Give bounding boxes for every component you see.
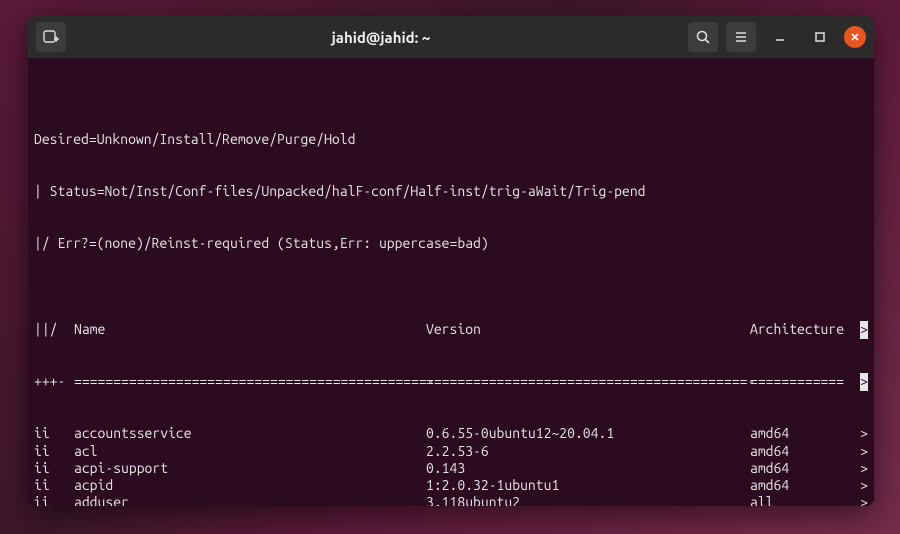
- pkg-status: ii: [34, 460, 74, 477]
- pkg-version: 2.2.53-6: [426, 443, 750, 460]
- pkg-arch: amd64: [750, 460, 868, 477]
- titlebar: jahid@jahid: ~: [28, 16, 874, 58]
- pkg-arch: amd64: [750, 443, 868, 460]
- separator-row: +++- ===================================…: [34, 373, 868, 390]
- package-list: iiaccountsservice0.6.55-0ubuntu12~20.04.…: [34, 425, 868, 506]
- search-icon: [695, 29, 711, 45]
- overflow-marker: >: [860, 443, 868, 460]
- pkg-arch: amd64: [750, 425, 868, 442]
- pkg-status: ii: [34, 494, 74, 506]
- overflow-marker: >: [860, 477, 868, 494]
- pkg-version: 0.143: [426, 460, 750, 477]
- overflow-marker: >: [860, 494, 868, 506]
- pkg-name: acl: [74, 443, 426, 460]
- pkg-arch: amd64: [750, 477, 868, 494]
- column-headers: ||/ Name Version Architecture >: [34, 321, 868, 338]
- pkg-status: ii: [34, 425, 74, 442]
- dpkg-header: Desired=Unknown/Install/Remove/Purge/Hol…: [34, 97, 868, 287]
- col-arch-header: Architecture: [750, 321, 868, 338]
- menu-button[interactable]: [726, 22, 756, 52]
- col-name-header: Name: [74, 321, 426, 338]
- package-row: iiadduser3.118ubuntu2all>: [34, 494, 868, 506]
- pkg-status: ii: [34, 477, 74, 494]
- pkg-version: 1:2.0.32-1ubuntu1: [426, 477, 750, 494]
- new-tab-button[interactable]: [36, 22, 66, 52]
- overflow-marker: >: [860, 425, 868, 442]
- package-row: iiacl2.2.53-6amd64>: [34, 443, 868, 460]
- package-row: iiacpid1:2.0.32-1ubuntu1amd64>: [34, 477, 868, 494]
- overflow-marker: >: [860, 460, 868, 477]
- pkg-name: accountsservice: [74, 425, 426, 442]
- package-row: iiacpi-support0.143amd64>: [34, 460, 868, 477]
- titlebar-right-controls: [688, 22, 866, 52]
- close-icon: [850, 32, 860, 42]
- pkg-version: 0.6.55-0ubuntu12~20.04.1: [426, 425, 750, 442]
- terminal-content[interactable]: Desired=Unknown/Install/Remove/Purge/Hol…: [28, 58, 874, 506]
- terminal-window: jahid@jahid: ~: [28, 16, 874, 506]
- window-title: jahid@jahid: ~: [74, 29, 688, 46]
- pkg-arch: all: [750, 494, 868, 506]
- minimize-button[interactable]: [769, 26, 791, 48]
- search-button[interactable]: [688, 22, 718, 52]
- close-button[interactable]: [844, 26, 866, 48]
- overflow-marker: >: [860, 373, 868, 390]
- maximize-button[interactable]: [809, 26, 831, 48]
- header-line-1: Desired=Unknown/Install/Remove/Purge/Hol…: [34, 131, 868, 148]
- header-line-3: |/ Err?=(none)/Reinst-required (Status,E…: [34, 235, 868, 252]
- pkg-name: acpid: [74, 477, 426, 494]
- minimize-icon: [774, 31, 786, 43]
- maximize-icon: [814, 31, 826, 43]
- new-tab-icon: [42, 28, 60, 46]
- hamburger-icon: [733, 29, 749, 45]
- col-version-header: Version: [426, 321, 750, 338]
- col-status-header: ||/: [34, 321, 74, 338]
- pkg-name: adduser: [74, 494, 426, 506]
- header-line-2: | Status=Not/Inst/Conf-files/Unpacked/ha…: [34, 183, 868, 200]
- overflow-marker: >: [860, 321, 868, 338]
- package-row: iiaccountsservice0.6.55-0ubuntu12~20.04.…: [34, 425, 868, 442]
- pkg-name: acpi-support: [74, 460, 426, 477]
- pkg-version: 3.118ubuntu2: [426, 494, 750, 506]
- pkg-status: ii: [34, 443, 74, 460]
